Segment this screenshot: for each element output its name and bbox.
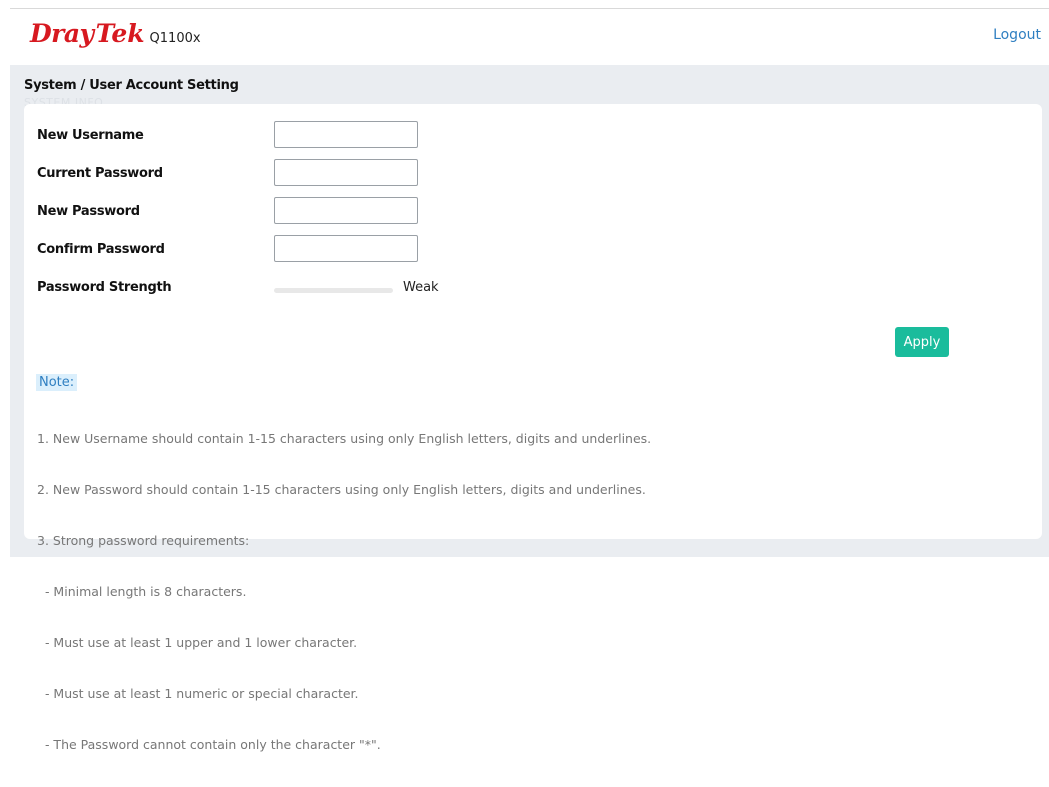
breadcrumb: System / User Account Setting <box>24 78 239 93</box>
new-username-input[interactable] <box>274 121 418 148</box>
model-name: Q1100x <box>149 31 201 46</box>
note-line: - Minimal length is 8 characters. <box>37 584 247 599</box>
row-new-password: New Password <box>37 197 437 227</box>
new-username-label: New Username <box>37 128 144 143</box>
header: Dray Tek Q1100x Logout <box>0 9 1049 65</box>
note-line: 3. Strong password requirements: <box>37 533 250 548</box>
note-title: Note: <box>36 374 78 391</box>
draytek-logo: Dray Tek Q1100x <box>30 19 201 48</box>
apply-button[interactable]: Apply <box>895 327 949 357</box>
note-line: 2. New Password should contain 1-15 char… <box>37 482 646 497</box>
password-strength-value: Weak <box>403 280 439 295</box>
note-line: - Must use at least 1 numeric or special… <box>37 686 359 701</box>
note-line: - Must use at least 1 upper and 1 lower … <box>37 635 358 650</box>
note-line: - The Password cannot contain only the c… <box>37 737 381 752</box>
password-strength-bar <box>274 288 393 293</box>
logout-link[interactable]: Logout <box>993 27 1041 43</box>
current-password-label: Current Password <box>37 166 163 181</box>
row-current-password: Current Password <box>37 159 437 189</box>
confirm-password-input[interactable] <box>274 235 418 262</box>
logo-brand-dray: Dray <box>30 19 94 48</box>
confirm-password-label: Confirm Password <box>37 242 165 257</box>
current-password-input[interactable] <box>274 159 418 186</box>
password-strength-label: Password Strength <box>37 280 172 295</box>
logo-brand-tek: Tek <box>95 19 145 48</box>
row-confirm-password: Confirm Password <box>37 235 437 265</box>
note-line: 1. New Username should contain 1-15 char… <box>37 431 652 446</box>
row-new-username: New Username <box>37 121 437 151</box>
note-list: 1. New Username should contain 1-15 char… <box>37 396 651 787</box>
new-password-label: New Password <box>37 204 140 219</box>
settings-card: New Username Current Password New Passwo… <box>24 104 1042 752</box>
new-password-input[interactable] <box>274 197 418 224</box>
